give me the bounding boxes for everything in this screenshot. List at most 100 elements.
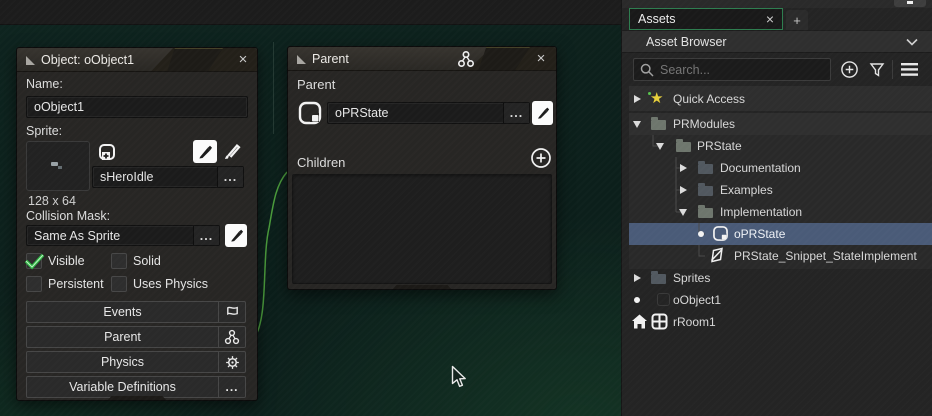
parent-button[interactable]: Parent: [26, 326, 246, 348]
object-editor-window: Object: oObject1 × Name: oObject1 Sprite…: [16, 47, 258, 401]
tree-row-quick-access[interactable]: ★ Quick Access: [629, 88, 932, 110]
expand-arrow-icon[interactable]: [634, 274, 641, 282]
parent-window: Parent × Parent oPRState ... Children: [287, 46, 557, 290]
new-sprite-button[interactable]: [95, 140, 119, 163]
object-editor-header[interactable]: Object: oObject1 ×: [17, 48, 257, 72]
edit-image-button[interactable]: [193, 140, 217, 163]
persistent-checkbox[interactable]: [26, 276, 42, 292]
add-child-button[interactable]: [530, 147, 552, 169]
hierarchy-icon: [457, 50, 475, 68]
resize-notch[interactable]: [393, 285, 451, 289]
tree-row-examples[interactable]: Examples: [629, 179, 932, 201]
object-icon: [712, 225, 729, 242]
tree-item-label[interactable]: Sprites: [673, 271, 710, 285]
parent-window-header[interactable]: Parent ×: [288, 47, 556, 71]
tree-row-prstate[interactable]: PRState: [629, 135, 932, 157]
tree-item-label[interactable]: oObject1: [673, 293, 721, 307]
edit-parent-button[interactable]: [532, 101, 553, 125]
sprite-thumbnail-px: [58, 166, 62, 169]
variable-definitions-label: Variable Definitions: [27, 377, 218, 397]
persistent-label[interactable]: Persistent: [48, 277, 104, 291]
mouse-cursor: [451, 365, 468, 390]
sprite-label: Sprite:: [26, 124, 62, 138]
pencil-icon: [536, 106, 550, 120]
header-notch: [478, 47, 530, 71]
expand-arrow-icon[interactable]: [680, 164, 687, 172]
collapse-arrow-icon[interactable]: [679, 209, 687, 216]
folder-icon: [698, 186, 713, 196]
uses-physics-checkbox[interactable]: [111, 276, 127, 292]
tree-item-label[interactable]: PRState_Snippet_StateImplement: [734, 249, 917, 263]
tree-item-label[interactable]: PRState: [697, 139, 742, 153]
parent-object-value: oPRState: [328, 103, 503, 123]
events-button-label: Events: [27, 302, 218, 322]
sprite-more-button[interactable]: ...: [217, 167, 243, 187]
circle-plus-icon: [530, 147, 552, 169]
children-list[interactable]: [292, 174, 552, 284]
flag-icon: [218, 302, 245, 322]
star-icon: ★: [650, 89, 663, 107]
sprite-size-label: 128 x 64: [28, 194, 76, 208]
edit-mask-button[interactable]: [225, 224, 247, 247]
snippet-icon: [709, 247, 726, 264]
name-field[interactable]: oObject1: [26, 96, 248, 118]
expand-arrow-icon[interactable]: [634, 95, 641, 103]
tree-item-label[interactable]: Quick Access: [673, 92, 745, 106]
object-icon: [297, 100, 323, 126]
sprite-preview[interactable]: [26, 141, 90, 191]
gear-icon: [218, 352, 245, 372]
tree-item-label[interactable]: oPRState: [734, 227, 785, 241]
folder-icon: [676, 142, 691, 152]
tree-row-sprites[interactable]: Sprites: [629, 267, 932, 289]
sprite-name-field[interactable]: sHeroIdle ...: [92, 166, 244, 188]
modified-bullet-icon: [634, 297, 640, 303]
solid-checkbox[interactable]: [111, 253, 127, 269]
parent-more-button[interactable]: ...: [503, 103, 529, 123]
tree-row-snippet[interactable]: PRState_Snippet_StateImplement: [629, 245, 932, 267]
physics-button[interactable]: Physics: [26, 351, 246, 373]
folder-icon: [698, 208, 713, 218]
sprite-thumbnail: [51, 162, 58, 166]
header-notch: [167, 48, 223, 72]
solid-label[interactable]: Solid: [133, 254, 161, 268]
parent-object-icon-button[interactable]: [296, 99, 324, 127]
tree-row-oobject1[interactable]: oObject1: [629, 289, 932, 311]
tree-row-rroom1[interactable]: rRoom1: [629, 311, 932, 333]
tree-row-implementation[interactable]: Implementation: [629, 201, 932, 223]
collision-more-button[interactable]: ...: [193, 226, 219, 245]
parent-object-field[interactable]: oPRState ...: [327, 102, 530, 124]
resize-notch[interactable]: [108, 396, 166, 400]
collision-mask-field[interactable]: Same As Sprite ...: [26, 225, 220, 246]
parent-button-label: Parent: [27, 327, 218, 347]
close-icon[interactable]: ×: [234, 51, 252, 69]
tree-item-label[interactable]: PRModules: [673, 117, 735, 131]
tree-item-label[interactable]: Documentation: [720, 161, 801, 175]
variable-definitions-button[interactable]: Variable Definitions ...: [26, 376, 246, 398]
tree-row-documentation[interactable]: Documentation: [629, 157, 932, 179]
tree-item-label[interactable]: Examples: [720, 183, 773, 197]
collision-mask-value: Same As Sprite: [27, 226, 193, 245]
sprite-name-value: sHeroIdle: [93, 167, 217, 187]
close-icon[interactable]: ×: [532, 50, 550, 68]
object-editor-title: Object: oObject1: [41, 48, 134, 72]
star-sparkle: [648, 92, 651, 95]
uses-physics-label[interactable]: Uses Physics: [133, 277, 208, 291]
collapse-arrow-icon[interactable]: [633, 121, 641, 128]
physics-button-label: Physics: [27, 352, 218, 372]
events-button[interactable]: Events: [26, 301, 246, 323]
visible-checkbox[interactable]: [26, 253, 42, 269]
check-icon: [24, 252, 46, 270]
paint-brush-button[interactable]: [219, 140, 245, 163]
brush-dark-icon: [229, 228, 244, 243]
parent-window-title: Parent: [312, 47, 349, 71]
asset-browser-panel: Assets × + Asset Browser: [621, 0, 932, 416]
expand-arrow-icon[interactable]: [680, 186, 687, 194]
tree-item-label[interactable]: rRoom1: [673, 315, 716, 329]
tree-row-oprstate[interactable]: oPRState: [629, 223, 932, 245]
paint-brush-icon: [223, 143, 241, 161]
visible-label[interactable]: Visible: [48, 254, 85, 268]
tree-row-prmodules[interactable]: PRModules: [629, 113, 932, 135]
tree-item-label[interactable]: Implementation: [720, 205, 802, 219]
new-sprite-icon: [98, 143, 116, 161]
collapse-arrow-icon[interactable]: [656, 143, 664, 150]
